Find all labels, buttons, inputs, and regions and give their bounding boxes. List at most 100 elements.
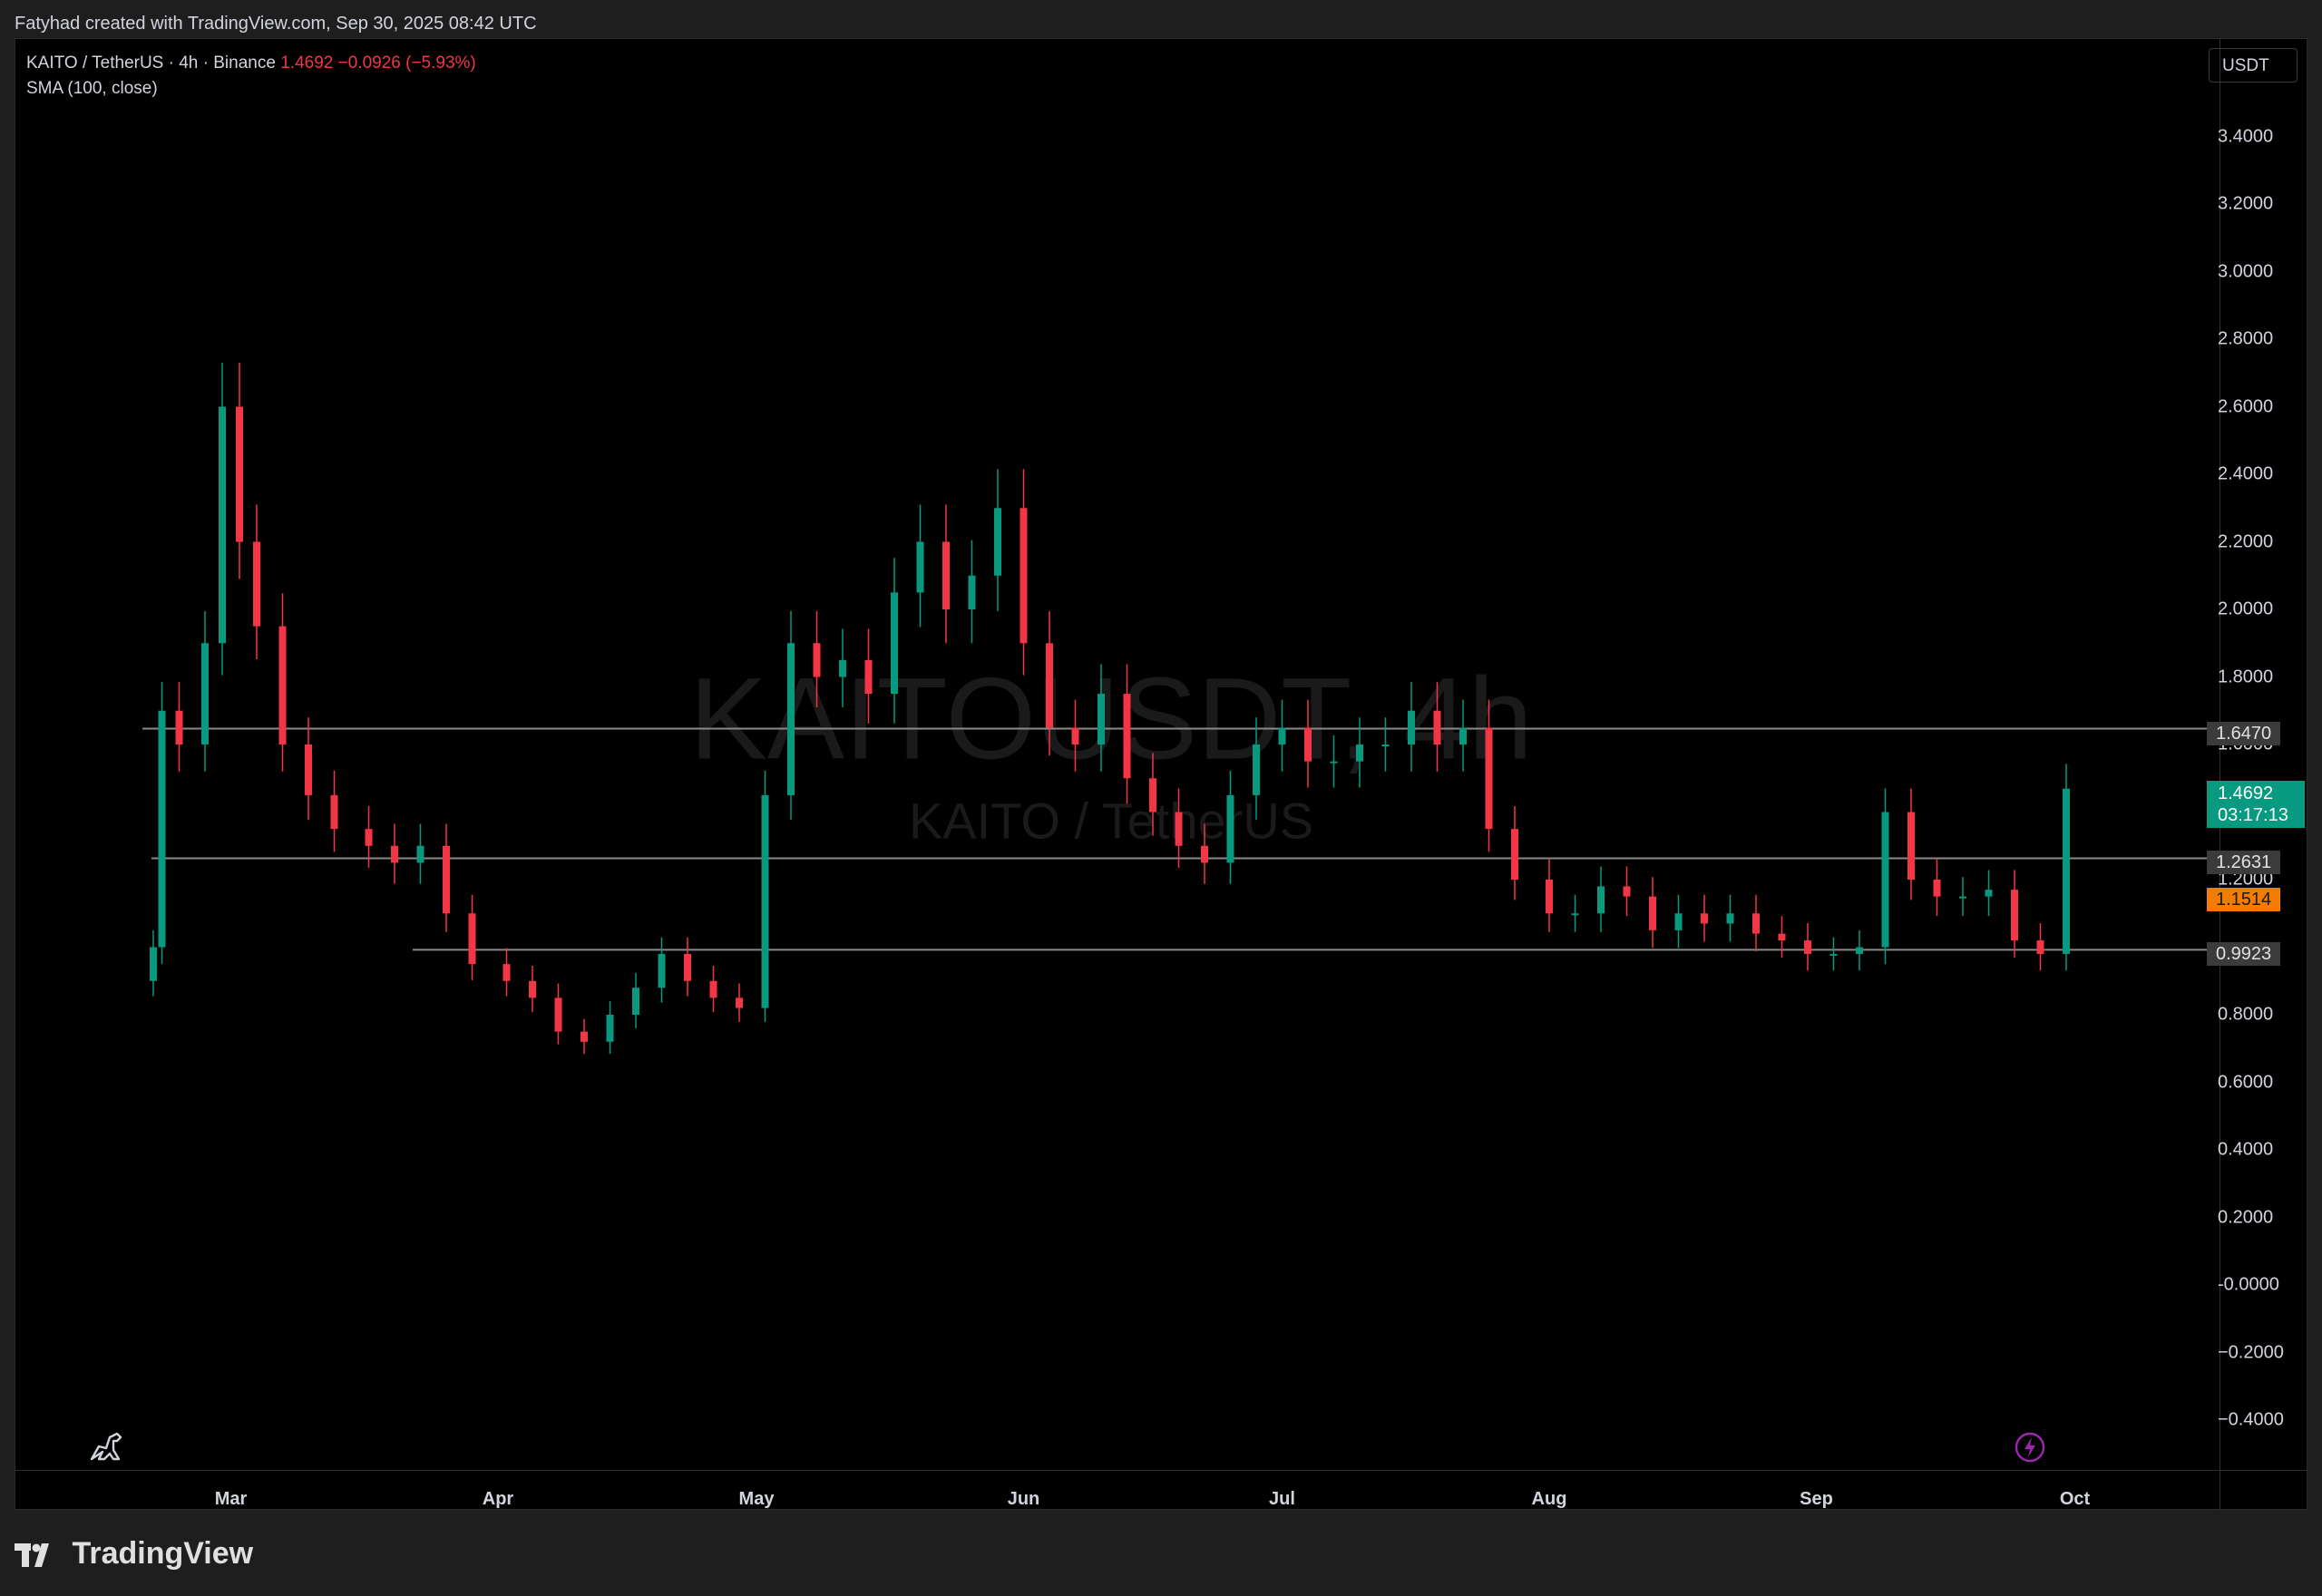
candle-body <box>1123 694 1131 779</box>
candle-body <box>150 947 157 981</box>
candle-body <box>2063 788 2070 954</box>
candle-body <box>1985 890 1993 897</box>
candle-body <box>1829 953 1838 956</box>
candle-body <box>1330 761 1338 764</box>
credit-text: Fatyhad created with TradingView.com, Se… <box>15 14 537 34</box>
candle-body <box>1881 812 1889 948</box>
candle-body <box>1356 744 1363 762</box>
candle-body <box>864 659 873 695</box>
time-axis-tick: Mar <box>214 1489 248 1509</box>
candle-body <box>606 1015 614 1042</box>
price-axis-tick: 2.6000 <box>2218 396 2274 416</box>
price-axis-tick: 2.4000 <box>2218 463 2274 484</box>
time-axis-tick: Jul <box>1269 1489 1295 1509</box>
candle-body <box>391 845 398 863</box>
candle-body <box>787 643 795 795</box>
time-axis-tick: Oct <box>2059 1489 2091 1509</box>
tradingview-icon <box>15 1543 49 1568</box>
time-axis-tick: Aug <box>1531 1489 1567 1509</box>
candle-body <box>253 541 260 627</box>
candle-body <box>709 980 717 998</box>
chart-frame: KAITOUSDT, 4h KAITO / TetherUS KAITO / T… <box>15 38 2308 1511</box>
candle-body <box>1804 940 1811 954</box>
candle-body <box>1752 913 1760 934</box>
price-axis-tick: 2.0000 <box>2218 598 2274 619</box>
price-axis-tick: 1.8000 <box>2218 667 2274 686</box>
candle-body <box>1649 896 1656 930</box>
candle-body <box>1485 727 1493 830</box>
candle-body <box>813 643 821 677</box>
level-tag-low: 0.9923 <box>2207 942 2281 966</box>
candle-body <box>305 744 312 795</box>
currency-button[interactable]: USDT <box>2209 48 2298 83</box>
candle-body <box>994 508 1001 576</box>
lightning-icon[interactable] <box>2015 1432 2045 1463</box>
candle-body <box>175 710 183 744</box>
symbol-title: KAITO / TetherUS · 4h · Binance <box>26 54 276 73</box>
candle-body <box>1907 812 1915 880</box>
candle-body <box>736 998 743 1008</box>
candle-body <box>1856 947 1863 954</box>
candle-body <box>443 845 450 914</box>
candle-body <box>891 592 898 695</box>
brand-name: TradingView <box>72 1536 254 1571</box>
candle-body <box>468 913 476 965</box>
time-axis-tick: Jun <box>1007 1489 1040 1509</box>
price-axis-tick: −0.2000 <box>2218 1342 2284 1362</box>
candle-body <box>1433 710 1441 744</box>
price-axis-tick: -0.0000 <box>2218 1274 2279 1295</box>
price-axis-tick: 2.2000 <box>2218 531 2274 551</box>
price-change: −0.0926 (−5.93%) <box>337 54 476 73</box>
candle-body <box>632 988 639 1015</box>
candle-body <box>1623 886 1631 897</box>
candle-body <box>1304 727 1312 762</box>
candle-body <box>1098 694 1105 744</box>
candle-body <box>1020 508 1028 644</box>
symbol-legend[interactable]: KAITO / TetherUS · 4h · Binance 1.4692 −… <box>26 54 476 73</box>
current-price-tag: 1.4692 03:17:13 <box>2207 781 2305 828</box>
sma-value-tag: 1.1514 <box>2207 888 2281 911</box>
candle-body <box>201 643 209 744</box>
candle-body <box>658 953 666 988</box>
tradingview-logo[interactable]: TradingView <box>15 1536 253 1572</box>
candle-body <box>761 794 769 1008</box>
candle-body <box>330 794 338 830</box>
candle-body <box>236 406 243 542</box>
candle-body <box>278 626 287 744</box>
candle-body <box>580 1031 588 1042</box>
candle-body <box>554 998 562 1032</box>
candle-body <box>1408 710 1415 744</box>
price-chart[interactable] <box>15 39 2220 1470</box>
price-axis-tick: 3.0000 <box>2218 261 2274 281</box>
current-price-value: 1.4692 <box>2218 783 2274 803</box>
candle-body <box>1459 727 1467 744</box>
candle-body <box>1201 845 1208 863</box>
candle-body <box>1253 744 1260 795</box>
last-price: 1.4692 <box>280 54 334 73</box>
top-bar: Fatyhad created with TradingView.com, Se… <box>0 0 2322 38</box>
candle-body <box>529 980 536 998</box>
time-axis-tick: Sep <box>1800 1489 1833 1509</box>
candle-body <box>219 406 226 644</box>
price-axis-tick: 2.8000 <box>2218 328 2274 349</box>
candle-body <box>1959 896 1966 899</box>
price-axis-tick: 0.4000 <box>2218 1139 2274 1160</box>
candle-body <box>1149 778 1156 813</box>
candle-body <box>158 710 166 948</box>
candle-body <box>839 659 846 677</box>
candle-body <box>968 575 976 609</box>
bar-countdown: 03:17:13 <box>2218 805 2288 825</box>
candle-body <box>2011 890 2018 941</box>
candle-body <box>684 953 691 981</box>
indicator-legend[interactable]: SMA (100, close) <box>26 79 158 99</box>
price-axis-tick: 0.8000 <box>2218 1004 2274 1025</box>
candle-body <box>1046 643 1053 728</box>
dinosaur-icon[interactable] <box>86 1426 126 1466</box>
candle-body <box>2036 940 2044 954</box>
candle-body <box>1701 913 1708 924</box>
time-axis-tick: Apr <box>482 1489 514 1509</box>
time-axis-tick: May <box>738 1489 775 1509</box>
price-axis-tick: 3.4000 <box>2218 126 2274 146</box>
candle-body <box>1778 933 1786 941</box>
candle-body <box>942 541 950 609</box>
